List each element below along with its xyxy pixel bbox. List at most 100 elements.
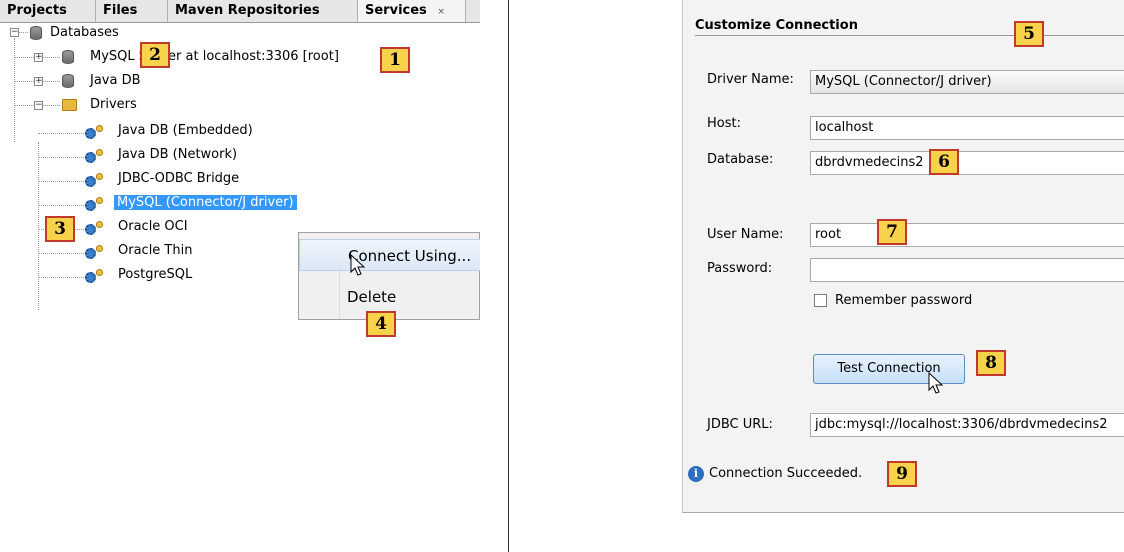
close-tab-icon[interactable]: × <box>437 7 445 17</box>
driver-name-label: Driver Name: <box>707 72 794 87</box>
mouse-cursor-icon <box>350 254 366 276</box>
driver-status-icon <box>96 269 103 276</box>
driver-gear-icon <box>85 200 96 211</box>
tree-item-java-db[interactable]: Java DB <box>90 72 141 90</box>
tree-item-databases[interactable]: Databases <box>50 24 119 42</box>
remember-password-label: Remember password <box>835 293 973 308</box>
database-value: dbrdvmedecins2 <box>815 155 924 170</box>
database-label: Database: <box>707 152 774 167</box>
driver-gear-icon <box>85 224 96 235</box>
tree-item-mysql-server[interactable]: MySQL Server at localhost:3306 [root] <box>90 48 339 66</box>
tree-connector <box>14 38 15 142</box>
tree-connector <box>38 205 84 206</box>
tree-item-label: Drivers <box>90 97 137 112</box>
callout-badge-1: 1 <box>380 47 410 73</box>
tree-item-label: MySQL Server at localhost:3306 [root] <box>90 49 339 64</box>
driver-status-icon <box>96 245 103 252</box>
callout-badge-4: 4 <box>366 311 396 337</box>
tree-connector <box>38 133 84 134</box>
context-menu: Connect Using... Delete <box>298 232 480 320</box>
host-value: localhost <box>815 120 874 135</box>
database-server-icon <box>62 74 74 88</box>
tree-item-label: Oracle OCI <box>118 219 188 234</box>
tree-connector <box>38 142 39 310</box>
tree-connector <box>38 253 84 254</box>
jdbc-url-label: JDBC URL: <box>707 417 773 432</box>
username-value: root <box>815 227 842 242</box>
driver-gear-icon <box>85 272 96 283</box>
folder-icon <box>62 99 77 111</box>
tree-item-label: Databases <box>50 25 119 40</box>
tree-item-label: Java DB (Network) <box>118 147 238 162</box>
callout-badge-3: 3 <box>45 216 75 242</box>
expand-icon[interactable]: + <box>34 53 43 62</box>
tree-item-driver[interactable]: Java DB (Embedded) <box>118 122 253 140</box>
driver-name-combo[interactable]: MySQL (Connector/J driver) <box>810 70 1124 94</box>
callout-badge-9: 9 <box>887 461 917 487</box>
test-connection-label: Test Connection <box>837 361 941 376</box>
tab-maven-repositories[interactable]: Maven Repositories <box>168 0 358 22</box>
database-field[interactable]: dbrdvmedecins2 <box>810 151 1124 175</box>
host-label: Host: <box>707 116 741 131</box>
database-server-icon <box>62 50 74 64</box>
driver-status-icon <box>96 149 103 156</box>
driver-gear-icon <box>85 128 96 139</box>
collapse-icon[interactable]: − <box>34 101 43 110</box>
callout-badge-6: 6 <box>929 149 959 175</box>
username-label: User Name: <box>707 227 784 242</box>
window-tab-bar: Projects Files Maven Repositories Servic… <box>0 0 480 23</box>
tab-projects-label: Projects <box>7 3 67 18</box>
driver-status-icon <box>96 221 103 228</box>
jdbc-url-field[interactable]: jdbc:mysql://localhost:3306/dbrdvmedecin… <box>810 413 1124 437</box>
callout-badge-5: 5 <box>1014 21 1044 47</box>
tree-item-label: Oracle Thin <box>118 243 193 258</box>
callout-badge-7: 7 <box>877 219 907 245</box>
menu-item-connect-using[interactable]: Connect Using... <box>299 239 480 271</box>
driver-status-icon <box>96 197 103 204</box>
mouse-cursor-icon <box>928 372 944 394</box>
customize-connection-panel: Customize Connection Driver Name: MySQL … <box>682 0 1124 513</box>
info-icon: i <box>688 466 704 482</box>
section-title: Customize Connection <box>695 18 858 33</box>
password-label: Password: <box>707 261 773 276</box>
tab-files-label: Files <box>103 3 138 18</box>
tree-item-driver-selected[interactable]: MySQL (Connector/J driver) <box>114 194 297 212</box>
tree-item-label: Java DB (Embedded) <box>118 123 253 138</box>
collapse-icon[interactable]: − <box>10 28 19 37</box>
tree-connector <box>18 32 28 33</box>
tab-services-label: Services <box>365 3 427 18</box>
panel-divider <box>508 0 509 552</box>
host-field[interactable]: localhost <box>810 116 1124 140</box>
tree-connector <box>38 157 84 158</box>
database-icon <box>30 26 42 40</box>
tree-item-driver[interactable]: PostgreSQL <box>118 266 192 284</box>
remember-password-checkbox[interactable] <box>814 294 827 307</box>
tree-item-driver[interactable]: Oracle OCI <box>118 218 188 236</box>
menu-item-delete[interactable]: Delete <box>299 281 480 313</box>
username-field[interactable]: root <box>810 223 1124 247</box>
status-message: Connection Succeeded. <box>709 466 863 481</box>
tree-item-label: Java DB <box>90 73 141 88</box>
tree-item-drivers[interactable]: Drivers <box>90 96 137 114</box>
driver-status-icon <box>96 173 103 180</box>
tab-projects[interactable]: Projects <box>0 0 96 22</box>
callout-badge-8: 8 <box>976 350 1006 376</box>
driver-gear-icon <box>85 248 96 259</box>
tree-item-driver[interactable]: Java DB (Network) <box>118 146 237 164</box>
callout-badge-2: 2 <box>140 42 170 68</box>
tab-services[interactable]: Services × <box>358 0 466 22</box>
tab-files[interactable]: Files <box>96 0 168 22</box>
tree-item-driver[interactable]: Oracle Thin <box>118 242 192 260</box>
tree-connector <box>38 181 84 182</box>
menu-item-label: Delete <box>347 288 397 306</box>
password-field[interactable] <box>810 258 1124 282</box>
tree-item-label: MySQL (Connector/J driver) <box>114 195 297 210</box>
expand-icon[interactable]: + <box>34 77 43 86</box>
tree-item-label: JDBC-ODBC Bridge <box>118 171 240 186</box>
tree-item-label: PostgreSQL <box>118 267 193 282</box>
tree-connector <box>38 277 84 278</box>
tree-item-driver[interactable]: JDBC-ODBC Bridge <box>118 170 239 188</box>
jdbc-url-value: jdbc:mysql://localhost:3306/dbrdvmedecin… <box>815 417 1108 432</box>
tab-maven-label: Maven Repositories <box>175 3 320 18</box>
driver-gear-icon <box>85 152 96 163</box>
